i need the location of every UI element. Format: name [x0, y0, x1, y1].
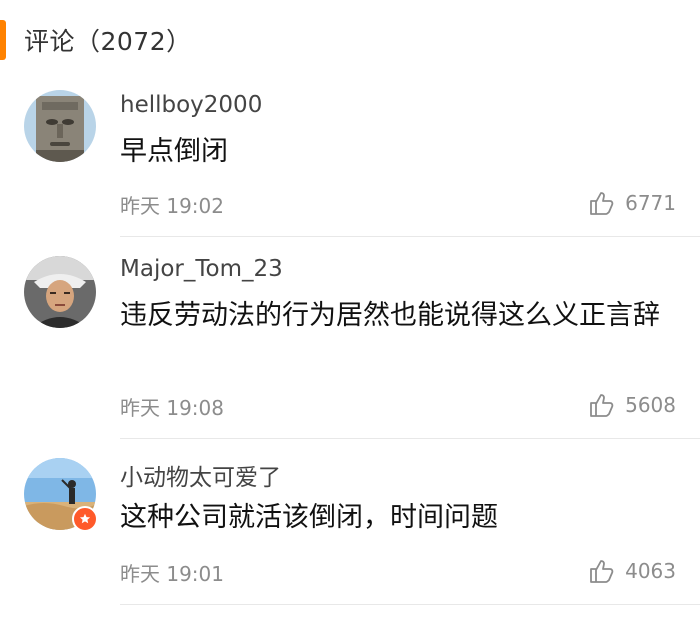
comment-divider [120, 604, 700, 605]
stone-face-avatar-icon[interactable] [24, 90, 96, 162]
comment-timestamp: 昨天 19:08 [120, 396, 224, 420]
comments-title: 评论（2072） [24, 27, 192, 56]
like-count: 4063 [625, 559, 676, 583]
comment-text: 这种公司就活该倒闭，时间问题 [120, 502, 498, 533]
like-button[interactable]: 4063 [589, 558, 676, 584]
thumbs-up-icon [590, 394, 614, 417]
comments-header: 评论（2072） [0, 18, 700, 62]
comment-timestamp: 昨天 19:01 [120, 562, 224, 586]
like-button[interactable]: 6771 [589, 190, 676, 216]
comment-divider [120, 438, 700, 439]
like-count: 5608 [625, 393, 676, 417]
portrait-avatar-icon[interactable] [24, 256, 96, 328]
comment-text: 早点倒闭 [120, 136, 228, 167]
thumbs-up-icon [590, 560, 614, 583]
like-count: 6771 [625, 191, 676, 215]
comment-username[interactable]: hellboy2000 [120, 92, 262, 118]
comment-timestamp: 昨天 19:02 [120, 194, 224, 218]
star-badge-icon [72, 506, 98, 532]
comment-divider [120, 236, 700, 237]
comment-username[interactable]: Major_Tom_23 [120, 256, 283, 282]
thumbs-up-icon [590, 192, 614, 215]
header-accent-bar [0, 20, 6, 60]
like-button[interactable]: 5608 [589, 392, 676, 418]
comment-text: 违反劳动法的行为居然也能说得这么义正言辞 [120, 300, 660, 331]
comment-username[interactable]: 小动物太可爱了 [120, 458, 281, 492]
